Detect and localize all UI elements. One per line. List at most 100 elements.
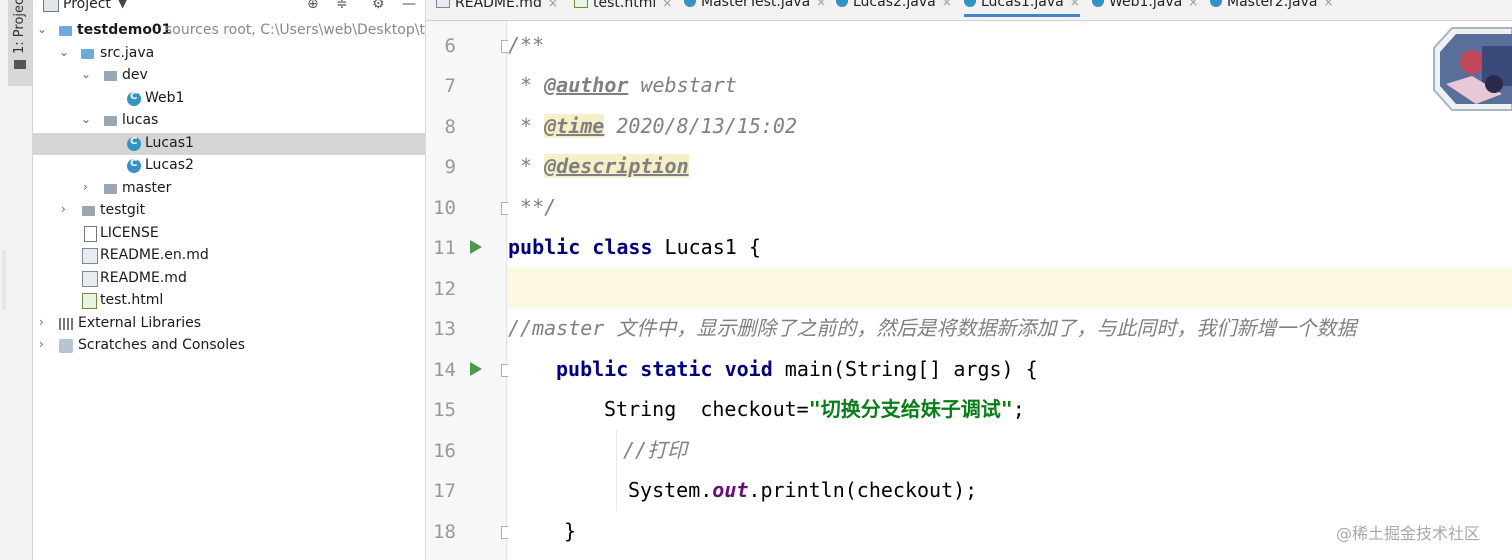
tab-master2-java[interactable]: Master2.java × xyxy=(1210,0,1334,14)
locate-icon[interactable]: ⊕ xyxy=(307,0,319,12)
tree-item-label: src.java xyxy=(100,45,155,61)
close-icon[interactable]: × xyxy=(548,0,558,10)
tree-item-label: README.md xyxy=(100,270,187,286)
tree-item-scratches[interactable]: › Scratches and Consoles xyxy=(33,335,425,357)
chevron-down-icon[interactable]: ⌄ xyxy=(59,45,69,59)
tree-item-readme-en[interactable]: README.en.md xyxy=(33,245,425,267)
package-folder-icon xyxy=(104,116,117,126)
line-number: 6 xyxy=(444,35,456,57)
html-file-icon xyxy=(82,293,97,309)
line-number: 15 xyxy=(433,399,456,421)
chevron-right-icon[interactable]: › xyxy=(83,180,88,194)
code-line-7[interactable]: * @author webstart xyxy=(508,65,1512,105)
tree-item-readme[interactable]: README.md xyxy=(33,268,425,290)
line-number: 17 xyxy=(433,480,456,502)
tab-label: README.md xyxy=(455,0,542,11)
tree-item-label: testdemo01 xyxy=(77,22,172,38)
code-editor[interactable]: /** * @author webstart * @time 2020/8/13… xyxy=(508,21,1512,560)
project-icon xyxy=(43,0,59,12)
tree-item-testdemo01[interactable]: ⌄ testdemo01 sources root, C:\Users\web\… xyxy=(33,20,425,42)
tab-readme-md[interactable]: README.md × xyxy=(436,0,558,14)
tree-item-lucas2[interactable]: Lucas2 xyxy=(33,155,425,177)
tree-item-master[interactable]: › master xyxy=(33,178,425,200)
tree-item-external-libraries[interactable]: › External Libraries xyxy=(33,313,425,335)
tree-item-label: master xyxy=(122,180,172,196)
code-line-9[interactable]: * @description xyxy=(508,146,1512,186)
java-class-icon xyxy=(836,0,848,7)
run-icon[interactable] xyxy=(470,362,482,376)
java-class-icon xyxy=(684,0,696,7)
tab-test-html[interactable]: test.html × xyxy=(574,0,672,14)
tree-item-label: Lucas1 xyxy=(145,135,194,151)
tree-item-lucas[interactable]: ⌄ lucas xyxy=(33,110,425,132)
code-line-6[interactable]: /** xyxy=(508,25,1512,65)
tree-item-license[interactable]: LICENSE xyxy=(33,223,425,245)
folder-icon xyxy=(82,206,95,216)
library-icon xyxy=(59,318,73,330)
chevron-right-icon[interactable]: › xyxy=(39,337,44,351)
watermark: @稀土掘金技术社区 xyxy=(1336,524,1481,543)
java-class-icon xyxy=(964,0,976,7)
java-class-icon xyxy=(127,158,141,173)
tab-label: Lucas2.java xyxy=(853,0,936,10)
strip-divider xyxy=(2,250,6,310)
tab-lucas1-java[interactable]: Lucas1.java × xyxy=(964,0,1080,17)
markdown-file-icon xyxy=(436,0,450,8)
code-line-11[interactable]: public class Lucas1 { xyxy=(508,227,1512,267)
tool-window-strip: 1: Project xyxy=(0,0,33,560)
project-tool-label[interactable]: 1: Project xyxy=(12,0,27,54)
chevron-down-icon[interactable]: ▼ xyxy=(118,0,127,10)
package-folder-icon xyxy=(104,184,117,194)
line-number: 9 xyxy=(444,156,456,178)
editor-tab-bar: README.md × test.html × MasterTest.java × L… xyxy=(426,0,1512,21)
tree-item-web1[interactable]: Web1 xyxy=(33,88,425,110)
close-icon[interactable]: × xyxy=(816,0,826,9)
chevron-down-icon[interactable]: ⌄ xyxy=(81,67,91,81)
run-icon[interactable] xyxy=(470,240,482,254)
close-icon[interactable]: × xyxy=(662,0,672,10)
code-line-8[interactable]: * @time 2020/8/13/15:02 xyxy=(508,106,1512,146)
code-line-12-current[interactable] xyxy=(508,268,1512,308)
tree-item-label: Web1 xyxy=(145,90,185,106)
tree-item-src-java[interactable]: ⌄ src.java xyxy=(33,43,425,65)
tab-web1-java[interactable]: Web1.java × xyxy=(1092,0,1198,14)
tree-item-label: Scratches and Consoles xyxy=(78,337,245,353)
close-icon[interactable]: × xyxy=(1188,0,1198,9)
line-number: 12 xyxy=(433,278,456,300)
close-icon[interactable]: × xyxy=(942,0,952,9)
project-panel: Project ▼ ⊕ ≑ ⚙ — ⌄ testdemo01 sources r… xyxy=(33,0,426,560)
hide-icon[interactable]: — xyxy=(402,0,416,12)
source-folder-icon xyxy=(81,49,94,59)
close-icon[interactable]: × xyxy=(1070,0,1080,9)
chevron-down-icon[interactable]: ⌄ xyxy=(37,22,47,36)
code-line-17[interactable]: System.out.println(checkout); xyxy=(508,470,1512,510)
java-class-icon xyxy=(1092,0,1104,7)
tree-item-lucas1[interactable]: Lucas1 xyxy=(33,133,425,155)
tree-item-dev[interactable]: ⌄ dev xyxy=(33,65,425,87)
code-line-13[interactable]: //master 文件中，显示删除了之前的，然后是将数据新添加了，与此同时，我们… xyxy=(508,308,1512,348)
gear-icon[interactable]: ⚙ xyxy=(372,0,385,12)
line-number: 13 xyxy=(433,318,456,340)
tree-item-testgit[interactable]: › testgit xyxy=(33,200,425,222)
code-line-16[interactable]: //打印 xyxy=(508,430,1512,470)
line-number: 8 xyxy=(444,116,456,138)
chevron-right-icon[interactable]: › xyxy=(39,315,44,329)
line-number: 14 xyxy=(433,359,456,381)
chevron-right-icon[interactable]: › xyxy=(61,202,66,216)
module-folder-icon xyxy=(59,26,72,36)
tree-item-label: README.en.md xyxy=(100,247,209,263)
tree-item-label: testgit xyxy=(100,202,146,218)
tree-item-test-html[interactable]: test.html xyxy=(33,290,425,312)
tree-item-label: dev xyxy=(122,67,148,83)
code-line-15[interactable]: String checkout="切换分支给妹子调试"; xyxy=(508,389,1512,429)
java-class-icon xyxy=(127,91,141,106)
collapse-all-icon[interactable]: ≑ xyxy=(336,0,348,12)
code-line-10[interactable]: **/ xyxy=(508,187,1512,227)
tab-lucas2-java[interactable]: Lucas2.java × xyxy=(836,0,952,14)
project-panel-title[interactable]: Project xyxy=(63,0,111,12)
tab-mastertest-java[interactable]: MasterTest.java × xyxy=(684,0,826,14)
close-icon[interactable]: × xyxy=(1324,0,1334,9)
tab-label: Web1.java xyxy=(1109,0,1183,10)
code-line-14[interactable]: public static void main(String[] args) { xyxy=(508,349,1512,389)
chevron-down-icon[interactable]: ⌄ xyxy=(81,112,91,126)
